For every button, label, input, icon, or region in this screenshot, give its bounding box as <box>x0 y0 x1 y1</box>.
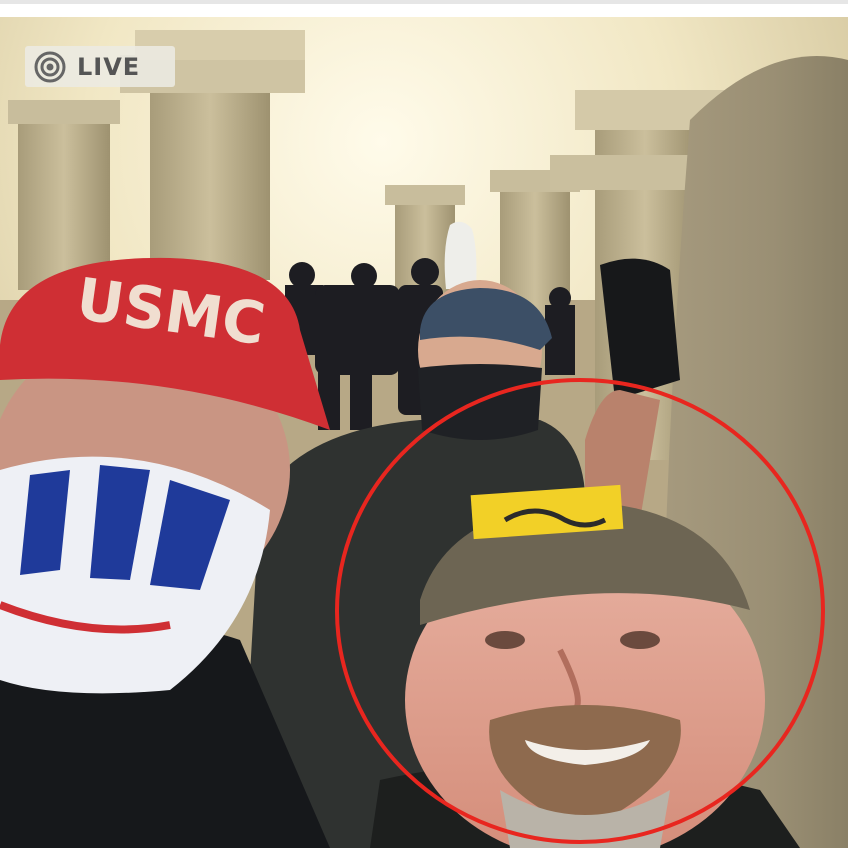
statue <box>444 221 477 289</box>
broadcast-icon <box>34 51 66 82</box>
live-badge: LIVE <box>25 46 175 87</box>
photo: USMC LIVE <box>0 17 848 848</box>
photo-illustration: USMC <box>0 17 848 848</box>
top-divider <box>0 0 848 4</box>
live-label: LIVE <box>77 52 141 81</box>
